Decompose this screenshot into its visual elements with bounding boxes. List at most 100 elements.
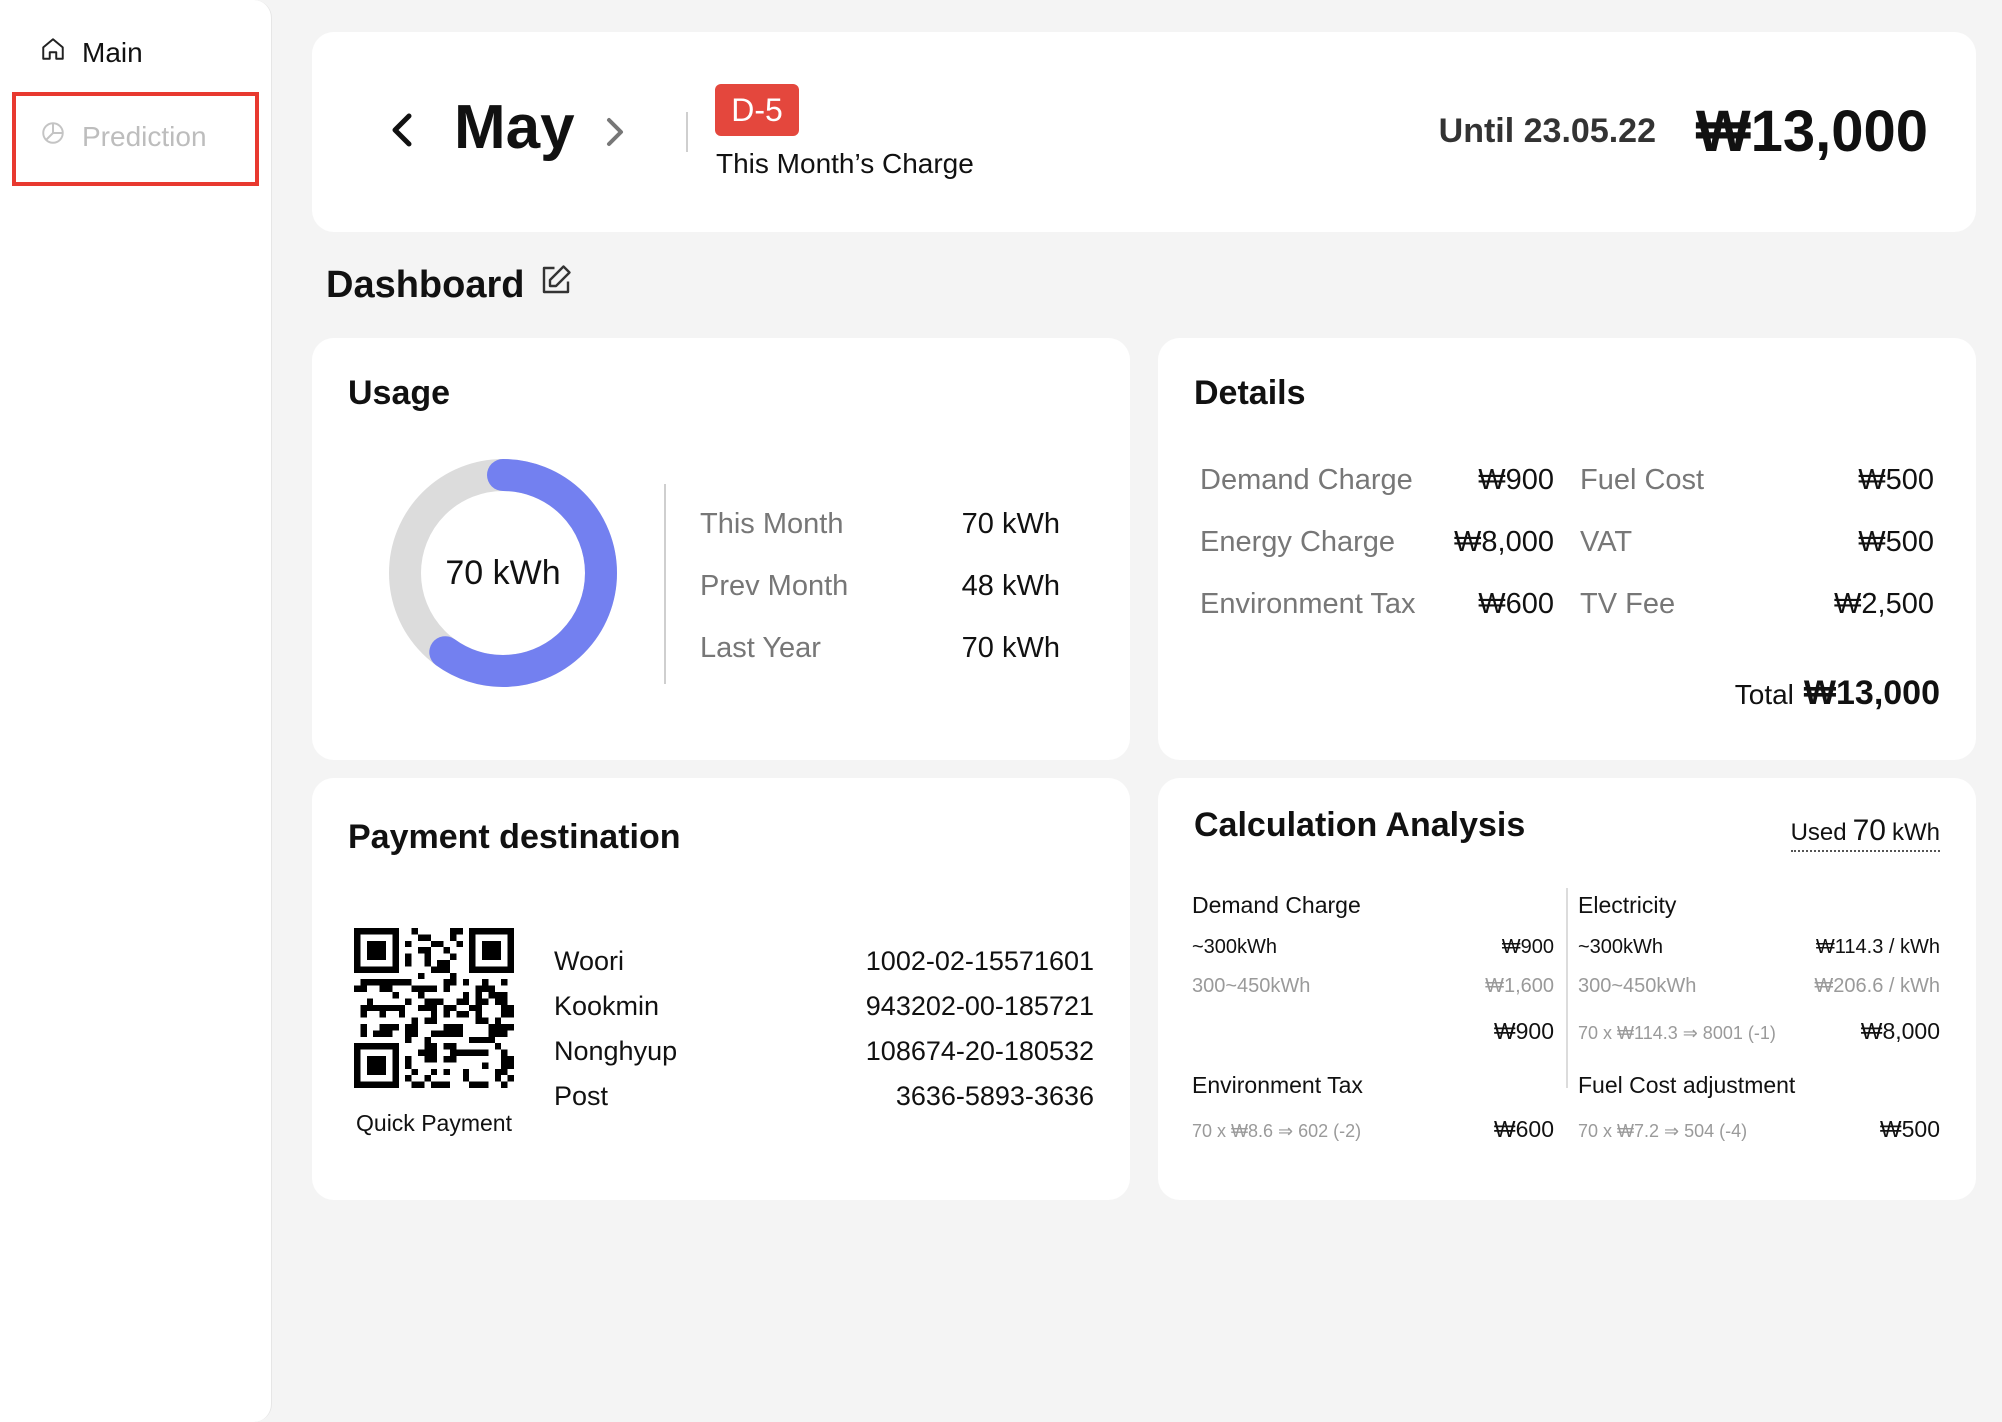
bank-row: Post 3636-5893-3636 [554,1081,1094,1112]
donut-center-label: 70 kWh [445,553,561,592]
bank-account: 108674-20-180532 [865,1036,1094,1066]
usage-row-value: 70 kWh [961,632,1060,664]
month-charge-label: This Month’s Charge [716,148,974,179]
month-label: May [454,93,575,162]
usage-row-value: 70 kWh [961,508,1060,540]
bank-row: Kookmin 943202-00-185721 [554,991,1094,1022]
bank-name: Post [554,1081,609,1111]
usage-title: Usage [348,374,451,412]
tier-value: ₩900 [1501,936,1554,958]
calc-tier-row: ~300kWh ₩114.3 / kWh [1578,936,1940,959]
dashboard-title: Dashboard [326,262,574,308]
total-value: ₩13,000 [1803,674,1940,712]
divider [686,112,688,152]
used-prefix: Used [1790,819,1847,846]
chevron-left-icon[interactable] [387,110,417,150]
detail-value: ₩900 [1478,464,1554,496]
edit-icon[interactable] [538,262,574,308]
detail-value: ₩500 [1858,526,1934,558]
calc-total: ₩8,000 [1860,1018,1940,1044]
bank-account: 3636-5893-3636 [895,1081,1094,1111]
tier-value: ₩114.3 / kWh [1815,936,1940,958]
calc-total-row: ₩900 [1192,1018,1554,1045]
detail-value: ₩8,000 [1454,526,1554,558]
sidebar-item-label: Main [82,36,143,68]
bank-row: Woori 1002-02-15571601 [554,946,1094,977]
total-label: Total [1734,679,1794,710]
calc-total: ₩900 [1493,1018,1554,1044]
tier-label: ~300kWh [1578,936,1664,958]
usage-row: This Month 70 kWh [700,508,1060,541]
detail-label: Demand Charge [1200,464,1413,496]
detail-label: VAT [1580,526,1633,558]
calc-total-row: 70 x ₩7.2 ⇒ 504 (-4) ₩500 [1578,1116,1940,1143]
bank-account: 943202-00-185721 [865,991,1094,1021]
detail-label: TV Fee [1580,588,1676,620]
charge-amount: ₩13,000 [1695,99,1928,164]
calc-tier-row: ~300kWh ₩900 [1192,936,1554,959]
detail-row: Fuel Cost ₩500 [1580,464,1934,497]
divider [1566,888,1568,1088]
demand-charge-heading: Demand Charge [1192,892,1361,918]
divider [664,484,666,684]
fuel-cost-heading: Fuel Cost adjustment [1578,1072,1796,1098]
used-kwh-link[interactable]: Used 70 kWh [1790,814,1940,852]
usage-row: Last Year 70 kWh [700,632,1060,665]
details-card: Details Demand Charge ₩900 Energy Charge… [1158,338,1976,760]
calc-total: ₩600 [1493,1116,1554,1142]
dday-badge: D-5 [715,84,799,136]
bank-account: 1002-02-15571601 [865,946,1094,976]
tier-value: ₩1,600 [1485,975,1554,997]
detail-row: TV Fee ₩2,500 [1580,588,1934,621]
detail-row: Environment Tax ₩600 [1200,588,1554,621]
detail-value: ₩2,500 [1834,588,1934,620]
calc-tier-row: 300~450kWh ₩206.6 / kWh [1578,975,1940,998]
sidebar-item-main[interactable]: Main [40,36,143,69]
chevron-right-icon[interactable] [602,114,628,150]
calc-formula: 70 x ₩114.3 ⇒ 8001 (-1) [1578,1023,1776,1043]
page-title: Dashboard [326,263,525,306]
electricity-heading: Electricity [1578,892,1677,918]
usage-row: Prev Month 48 kWh [700,570,1060,603]
detail-label: Environment Tax [1200,588,1416,620]
environment-tax-heading: Environment Tax [1192,1072,1363,1098]
home-icon [40,36,66,69]
bank-name: Kookmin [554,991,660,1021]
payment-title: Payment destination [348,818,681,856]
payment-card: Payment destination Quick Payment Woori … [312,778,1130,1200]
calc-total-row: 70 x ₩114.3 ⇒ 8001 (-1) ₩8,000 [1578,1018,1940,1045]
detail-row: VAT ₩500 [1580,526,1934,559]
calc-total-row: 70 x ₩8.6 ⇒ 602 (-2) ₩600 [1192,1116,1554,1143]
tier-label: 300~450kWh [1192,975,1311,997]
calculation-card: Calculation Analysis Used 70 kWh Demand … [1158,778,1976,1200]
usage-row-label: Last Year [700,632,821,664]
detail-row: Demand Charge ₩900 [1200,464,1554,497]
details-total: Total ₩13,000 [1735,674,1940,713]
detail-row: Energy Charge ₩8,000 [1200,526,1554,559]
calc-tier-row: 300~450kWh ₩1,600 [1192,975,1554,998]
bank-name: Woori [554,946,625,976]
details-title: Details [1194,374,1306,412]
tier-label: ~300kWh [1192,936,1278,958]
detail-value: ₩500 [1858,464,1934,496]
used-unit: kWh [1892,819,1940,846]
calculation-title: Calculation Analysis [1194,806,1526,844]
qr-code[interactable] [354,928,514,1088]
bank-name: Nonghyup [554,1036,678,1066]
month-charge-header: May D-5 This Month’s Charge Until 23.05.… [312,32,1976,232]
detail-label: Fuel Cost [1580,464,1705,496]
due-date: Until 23.05.22 [1438,112,1656,150]
calc-formula: 70 x ₩8.6 ⇒ 602 (-2) [1192,1121,1362,1141]
calc-formula: 70 x ₩7.2 ⇒ 504 (-4) [1578,1121,1748,1141]
selection-highlight [12,92,259,186]
sidebar: Main Prediction [0,0,272,1422]
tier-value: ₩206.6 / kWh [1814,975,1940,997]
qr-label: Quick Payment [356,1110,512,1136]
tier-label: 300~450kWh [1578,975,1697,997]
usage-row-label: Prev Month [700,570,849,602]
detail-value: ₩600 [1478,588,1554,620]
usage-row-value: 48 kWh [961,570,1060,602]
calc-total: ₩500 [1879,1116,1940,1142]
bank-row: Nonghyup 108674-20-180532 [554,1036,1094,1067]
used-value: 70 [1852,814,1886,847]
